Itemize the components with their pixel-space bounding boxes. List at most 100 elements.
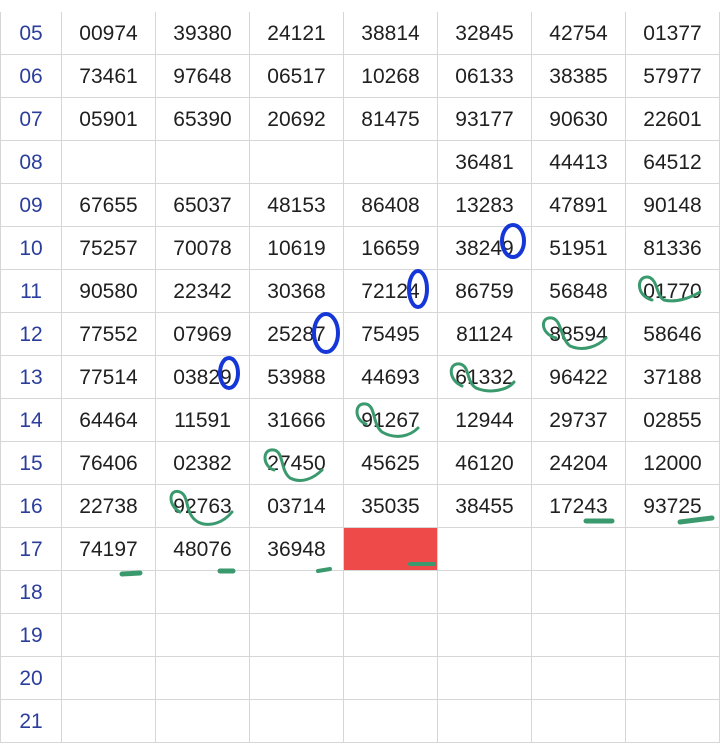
table-cell[interactable]: 01770: [626, 270, 720, 313]
table-cell[interactable]: 47891: [532, 184, 626, 227]
table-cell[interactable]: 88594: [532, 313, 626, 356]
table-cell[interactable]: 06133: [438, 55, 532, 98]
table-cell[interactable]: 07969: [156, 313, 250, 356]
table-cell[interactable]: 77514: [62, 356, 156, 399]
table-cell[interactable]: 30368: [250, 270, 344, 313]
table-cell[interactable]: 27450: [250, 442, 344, 485]
table-cell[interactable]: [626, 571, 720, 614]
row-header[interactable]: 14: [0, 399, 62, 442]
table-cell[interactable]: [438, 657, 532, 700]
table-cell[interactable]: [62, 571, 156, 614]
table-cell[interactable]: [344, 614, 438, 657]
table-cell[interactable]: 38385: [532, 55, 626, 98]
table-cell[interactable]: [626, 528, 720, 571]
table-cell[interactable]: 45625: [344, 442, 438, 485]
table-cell[interactable]: [438, 614, 532, 657]
table-cell[interactable]: 03829: [156, 356, 250, 399]
table-cell[interactable]: 81475: [344, 98, 438, 141]
table-cell[interactable]: 53988: [250, 356, 344, 399]
table-cell[interactable]: 93725: [626, 485, 720, 528]
table-cell[interactable]: 13283: [438, 184, 532, 227]
table-cell[interactable]: [626, 614, 720, 657]
row-header[interactable]: 13: [0, 356, 62, 399]
table-cell[interactable]: [438, 571, 532, 614]
table-cell[interactable]: 76406: [62, 442, 156, 485]
table-cell[interactable]: [156, 141, 250, 184]
table-cell[interactable]: 32845: [438, 12, 532, 55]
table-cell[interactable]: 22601: [626, 98, 720, 141]
table-cell[interactable]: 75495: [344, 313, 438, 356]
table-cell[interactable]: [344, 141, 438, 184]
row-header[interactable]: 09: [0, 184, 62, 227]
table-cell[interactable]: 51951: [532, 227, 626, 270]
table-cell[interactable]: 91267: [344, 399, 438, 442]
row-header[interactable]: 18: [0, 571, 62, 614]
table-cell[interactable]: 81336: [626, 227, 720, 270]
table-cell[interactable]: [344, 657, 438, 700]
table-cell[interactable]: 37188: [626, 356, 720, 399]
table-cell[interactable]: 90148: [626, 184, 720, 227]
table-cell[interactable]: 10268: [344, 55, 438, 98]
table-cell[interactable]: 29737: [532, 399, 626, 442]
row-header[interactable]: 21: [0, 700, 62, 743]
table-cell[interactable]: 97648: [156, 55, 250, 98]
table-cell[interactable]: [344, 571, 438, 614]
row-header[interactable]: 06: [0, 55, 62, 98]
row-header[interactable]: 12: [0, 313, 62, 356]
row-header[interactable]: 20: [0, 657, 62, 700]
table-cell[interactable]: 03714: [250, 485, 344, 528]
table-cell[interactable]: 44693: [344, 356, 438, 399]
table-cell[interactable]: [344, 700, 438, 743]
table-cell[interactable]: 73461: [62, 55, 156, 98]
table-cell[interactable]: 96422: [532, 356, 626, 399]
table-cell[interactable]: 38249: [438, 227, 532, 270]
table-cell[interactable]: 46120: [438, 442, 532, 485]
table-cell[interactable]: 25287: [250, 313, 344, 356]
table-cell[interactable]: [532, 700, 626, 743]
table-cell[interactable]: 24204: [532, 442, 626, 485]
table-cell[interactable]: 64464: [62, 399, 156, 442]
table-cell[interactable]: 44413: [532, 141, 626, 184]
table-cell[interactable]: 36948: [250, 528, 344, 571]
table-cell[interactable]: 65390: [156, 98, 250, 141]
table-cell[interactable]: 86408: [344, 184, 438, 227]
table-cell[interactable]: 39380: [156, 12, 250, 55]
table-cell[interactable]: 10619: [250, 227, 344, 270]
table-cell[interactable]: 16659: [344, 227, 438, 270]
table-cell[interactable]: [156, 700, 250, 743]
table-cell[interactable]: 67655: [62, 184, 156, 227]
table-cell[interactable]: 01377: [626, 12, 720, 55]
table-cell[interactable]: 24121: [250, 12, 344, 55]
table-cell[interactable]: [250, 657, 344, 700]
table-cell[interactable]: [250, 614, 344, 657]
row-header[interactable]: 11: [0, 270, 62, 313]
table-cell[interactable]: 00974: [62, 12, 156, 55]
table-cell[interactable]: 57977: [626, 55, 720, 98]
table-cell[interactable]: 06517: [250, 55, 344, 98]
table-cell[interactable]: 22342: [156, 270, 250, 313]
table-cell[interactable]: [62, 614, 156, 657]
table-cell[interactable]: 48076: [156, 528, 250, 571]
table-cell[interactable]: [532, 657, 626, 700]
table-cell[interactable]: 90630: [532, 98, 626, 141]
table-cell[interactable]: 17243: [532, 485, 626, 528]
table-cell[interactable]: [62, 700, 156, 743]
table-cell[interactable]: [156, 614, 250, 657]
table-cell[interactable]: 12944: [438, 399, 532, 442]
table-cell[interactable]: 02382: [156, 442, 250, 485]
table-cell[interactable]: 36481: [438, 141, 532, 184]
table-cell[interactable]: [250, 571, 344, 614]
table-cell[interactable]: [62, 141, 156, 184]
table-cell[interactable]: 74197: [62, 528, 156, 571]
row-header[interactable]: 15: [0, 442, 62, 485]
table-cell[interactable]: 81124: [438, 313, 532, 356]
table-cell[interactable]: 86759: [438, 270, 532, 313]
table-cell[interactable]: [156, 657, 250, 700]
table-cell[interactable]: [250, 700, 344, 743]
table-cell[interactable]: 48153: [250, 184, 344, 227]
row-header[interactable]: 16: [0, 485, 62, 528]
table-cell[interactable]: [532, 614, 626, 657]
row-header[interactable]: 19: [0, 614, 62, 657]
table-cell[interactable]: 93177: [438, 98, 532, 141]
table-cell[interactable]: 22738: [62, 485, 156, 528]
